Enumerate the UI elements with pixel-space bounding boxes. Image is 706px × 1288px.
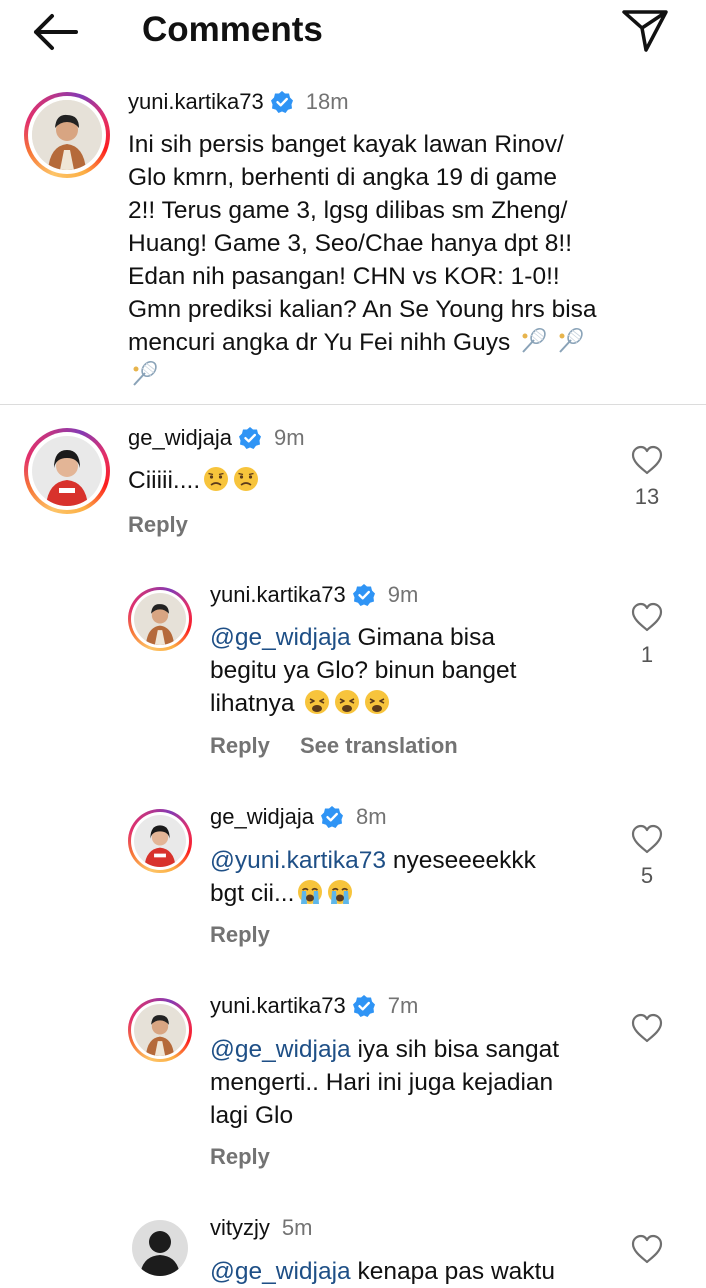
person-avatar-icon	[32, 100, 102, 170]
mention-link[interactable]: @ge_widjaja	[210, 624, 351, 651]
badminton-racket-icon	[133, 360, 157, 386]
username[interactable]: yuni.kartika73	[210, 582, 346, 607]
person-avatar-icon	[32, 436, 102, 506]
username[interactable]: yuni.kartika73	[210, 993, 346, 1018]
weary-face-emoji	[305, 690, 330, 714]
verified-badge-icon	[270, 91, 293, 113]
caption-line: Edan nih pasangan! CHN vs KOR: 1-0!!	[128, 263, 560, 290]
reply-button[interactable]: Reply	[210, 1144, 270, 1170]
comment-text: Ciiiii....	[128, 464, 260, 497]
comment-username-row: vityzjy 5m	[210, 1214, 312, 1242]
heart-outline-icon[interactable]	[630, 1012, 664, 1044]
mention-link[interactable]: @yuni.kartika73	[210, 847, 386, 874]
comment-text: @ge_widjaja iya sih bisa sangat mengerti…	[210, 1036, 560, 1129]
caption-text: Ini sih persis banget kayak lawan Rinov/…	[128, 128, 668, 392]
username[interactable]: yuni.kartika73	[128, 89, 264, 114]
timestamp: 8m	[355, 804, 387, 829]
paper-plane-icon	[622, 10, 668, 52]
see-translation-button[interactable]: See translation	[300, 733, 458, 759]
caption-line: 2!! Terus game 3, lgsg dilibas sm Zheng/	[128, 197, 568, 224]
username[interactable]: ge_widjaja	[128, 425, 232, 450]
avatar[interactable]	[134, 1004, 186, 1056]
share-button[interactable]	[616, 4, 672, 56]
badminton-racket-icon	[522, 327, 546, 353]
comment-text: @yuni.kartika73 nyeseeeekkk bgt cii...	[210, 847, 536, 907]
person-avatar-icon	[134, 1004, 186, 1056]
caption-divider	[0, 404, 706, 405]
heart-outline-icon[interactable]	[630, 444, 664, 476]
avatar[interactable]	[32, 436, 102, 506]
caption-line	[128, 359, 668, 392]
sad-face-emoji	[204, 467, 229, 491]
verified-badge-icon	[238, 427, 261, 449]
weary-face-emoji	[335, 690, 360, 714]
person-avatar-icon	[134, 815, 186, 867]
verified-badge-icon	[320, 806, 343, 828]
arrow-left-icon	[34, 14, 78, 50]
username[interactable]: ge_widjaja	[210, 804, 314, 829]
heart-outline-icon[interactable]	[630, 601, 664, 633]
crying-face-emoji	[298, 880, 323, 904]
mention-link[interactable]: @ge_widjaja	[210, 1036, 351, 1063]
timestamp: 9m	[273, 425, 305, 450]
timestamp: 18m	[305, 89, 349, 114]
comment-text: @ge_widjaja kenapa pas waktu	[210, 1258, 555, 1285]
sad-face-emoji	[234, 467, 259, 491]
reply-button[interactable]: Reply	[210, 733, 270, 759]
timestamp: 7m	[387, 993, 419, 1018]
person-avatar-icon	[134, 593, 186, 645]
heart-outline-icon[interactable]	[630, 1233, 664, 1265]
verified-badge-icon	[352, 995, 375, 1017]
caption-line: Gmn prediksi kalian? An Se Young hrs bis…	[128, 296, 597, 323]
comment-username-row: ge_widjaja 9m	[128, 424, 305, 452]
page-title: Comments	[142, 10, 323, 49]
reply-button[interactable]: Reply	[210, 922, 270, 948]
crying-face-emoji	[328, 880, 353, 904]
badminton-racket-icon	[559, 327, 583, 353]
avatar[interactable]	[32, 100, 102, 170]
like-count: 1	[640, 642, 654, 667]
default-person-avatar-icon	[132, 1220, 188, 1276]
avatar[interactable]	[134, 593, 186, 645]
timestamp: 9m	[387, 582, 419, 607]
username[interactable]: vityzjy	[210, 1215, 270, 1240]
caption-line: Glo kmrn, berhenti di angka 19 di game	[128, 164, 557, 191]
heart-outline-icon[interactable]	[630, 823, 664, 855]
avatar[interactable]	[132, 1220, 188, 1276]
caption-line: Huang! Game 3, Seo/Chae hanya dpt 8!!	[128, 230, 573, 257]
weary-face-emoji	[365, 690, 390, 714]
verified-badge-icon	[352, 584, 375, 606]
caption-line: Ini sih persis banget kayak lawan Rinov/	[128, 131, 564, 158]
timestamp: 5m	[281, 1215, 313, 1240]
comment-username-row: yuni.kartika73 9m	[210, 581, 418, 609]
header: Comments	[0, 0, 706, 60]
caption-line: mencuri angka dr Yu Fei nihh Guys	[128, 326, 668, 359]
comment-text: @ge_widjaja Gimana bisa begitu ya Glo? b…	[210, 624, 517, 717]
back-button[interactable]	[28, 8, 84, 56]
comment-username-row: yuni.kartika73 7m	[210, 992, 418, 1020]
reply-button[interactable]: Reply	[128, 512, 188, 538]
like-count: 13	[634, 484, 660, 509]
caption-username[interactable]: yuni.kartika73 18m	[128, 88, 349, 116]
like-count: 5	[640, 863, 654, 888]
mention-link[interactable]: @ge_widjaja	[210, 1258, 351, 1285]
comment-username-row: ge_widjaja 8m	[210, 803, 387, 831]
avatar[interactable]	[134, 815, 186, 867]
